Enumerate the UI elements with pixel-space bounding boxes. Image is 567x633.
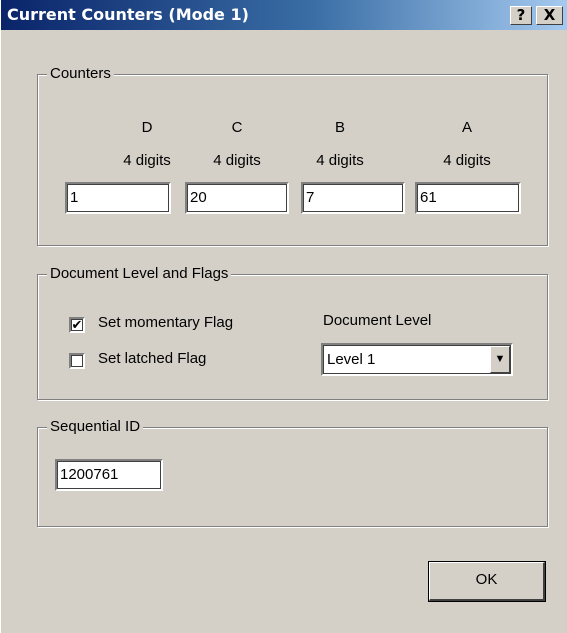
window-title: Current Counters (Mode 1) (7, 5, 249, 24)
document-level-value: Level 1 (327, 351, 376, 368)
counter-b-input[interactable]: 7 (301, 182, 405, 214)
help-button[interactable]: ? (510, 6, 532, 25)
counter-a-digits: 4 digits (443, 152, 491, 169)
dialog-window: Current Counters (Mode 1) ? X Counters D… (0, 0, 567, 633)
sequential-id-input[interactable]: 1200761 (55, 459, 163, 491)
counter-c-input[interactable]: 20 (185, 182, 289, 214)
document-level-label: Document Level (323, 312, 432, 329)
counter-d-input[interactable]: 1 (65, 182, 171, 214)
document-level-select[interactable]: Level 1 ▼ (321, 343, 513, 376)
close-button[interactable]: X (536, 6, 563, 25)
counter-c-digits: 4 digits (213, 152, 261, 169)
title-bar[interactable]: Current Counters (Mode 1) ? X (1, 0, 567, 30)
momentary-flag-checkbox[interactable]: ✔ (69, 317, 85, 333)
counter-c-letter: C (231, 119, 243, 136)
counter-b-letter: B (334, 119, 345, 136)
sequential-id-group-label: Sequential ID (47, 417, 144, 437)
latched-flag-checkbox[interactable] (69, 353, 85, 369)
flags-group-label: Document Level and Flags (47, 264, 232, 284)
counter-a-input[interactable]: 61 (415, 182, 521, 214)
flags-group: Document Level and Flags (37, 264, 548, 400)
momentary-flag-label[interactable]: Set momentary Flag (98, 314, 233, 331)
counter-b-digits: 4 digits (316, 152, 364, 169)
chevron-down-icon[interactable]: ▼ (490, 346, 510, 373)
ok-button[interactable]: OK (428, 561, 546, 602)
counter-a-letter: A (461, 119, 472, 136)
latched-flag-label[interactable]: Set latched Flag (98, 350, 206, 367)
counters-group-label: Counters (47, 64, 114, 84)
